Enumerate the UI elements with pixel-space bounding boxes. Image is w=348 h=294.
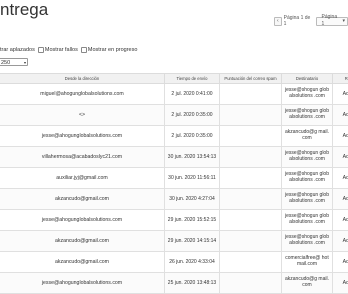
cell-from: akzancudo@gmail.com xyxy=(0,252,165,273)
cell-recipient: jesse@shogun globalsolutions .com xyxy=(282,231,333,252)
page-select-value: Página 1 xyxy=(322,14,340,28)
cell-time: 2 jul. 2020 0:35:00 xyxy=(165,105,220,126)
chevron-left-icon: ‹ xyxy=(277,18,279,24)
cell-recipient: jesse@shogun globalsolutions .com xyxy=(282,84,333,105)
cell-time: 29 jun. 2020 14:15:14 xyxy=(165,231,220,252)
table-row[interactable]: akzancudo@gmail.com 29 jun. 2020 14:15:1… xyxy=(0,231,348,252)
filter-inprogress-checkbox[interactable] xyxy=(81,47,87,53)
cell-recipient: jesse@shogun globalsolutions .com xyxy=(282,189,333,210)
col-header-time[interactable]: Tiempo de envío xyxy=(165,74,220,84)
filter-deferred-label: trar aplazados xyxy=(0,47,35,53)
cell-spam xyxy=(220,273,282,294)
cell-recipient: jesse@shogun globalsolutions .com xyxy=(282,210,333,231)
cell-recipient: jesse@shogun globalsolutions .com xyxy=(282,147,333,168)
page-size-value: 250 xyxy=(1,60,10,66)
cell-from: villahermosa@acabadoslyc21.com xyxy=(0,147,165,168)
cell-result: Acep xyxy=(333,84,348,105)
cell-spam xyxy=(220,84,282,105)
cell-time: 30 jun. 2020 4:27:04 xyxy=(165,189,220,210)
cell-recipient: akzancudo@g mail.com xyxy=(282,273,333,294)
col-header-spam[interactable]: Puntuación del correo spam xyxy=(220,74,282,84)
cell-from: akzancudo@gmail.com xyxy=(0,189,165,210)
cell-from: <> xyxy=(0,105,165,126)
cell-spam xyxy=(220,189,282,210)
table-row[interactable]: miguel@ahogunglobalsolutions.com 2 jul. … xyxy=(0,84,348,105)
cell-spam xyxy=(220,210,282,231)
page-title: ntrega xyxy=(0,0,48,20)
cell-from: jesse@ahogunglobalsolutions.com xyxy=(0,273,165,294)
col-header-result[interactable]: Res xyxy=(333,74,348,84)
cell-spam xyxy=(220,105,282,126)
cell-time: 26 jun. 2020 4:33:04 xyxy=(165,252,220,273)
cell-recipient: akzancudo@g mail.com xyxy=(282,126,333,147)
cell-spam xyxy=(220,252,282,273)
cell-result: Acep xyxy=(333,210,348,231)
cell-result: Acep xyxy=(333,189,348,210)
table-header-row: Desde la dirección Tiempo de envío Puntu… xyxy=(0,74,348,84)
filter-failed-checkbox[interactable] xyxy=(38,47,44,53)
cell-result: Acep xyxy=(333,105,348,126)
table-row[interactable]: <> 2 jul. 2020 0:35:00 jesse@shogun glob… xyxy=(0,105,348,126)
cell-from: jesse@ahogunglobalsolutions.com xyxy=(0,126,165,147)
page-size-select[interactable]: 250 ▾ xyxy=(0,58,28,66)
table-row[interactable]: jesse@ahogunglobalsolutions.com 29 jun. … xyxy=(0,210,348,231)
table-row[interactable]: akzancudo@gmail.com 26 jun. 2020 4:33:04… xyxy=(0,252,348,273)
pagination: ‹ Página 1 de 1 Página 1 ▾ xyxy=(274,15,348,27)
cell-time: 25 jun. 2020 13:48:13 xyxy=(165,273,220,294)
table-row[interactable]: jesse@ahogunglobalsolutions.com 25 jun. … xyxy=(0,273,348,294)
page-select[interactable]: Página 1 ▾ xyxy=(316,17,348,26)
col-header-from[interactable]: Desde la dirección xyxy=(0,74,165,84)
filter-inprogress-label: Mostrar en progreso xyxy=(88,47,138,53)
cell-from: miguel@ahogunglobalsolutions.com xyxy=(0,84,165,105)
cell-result: Acep xyxy=(333,168,348,189)
col-header-recipient[interactable]: Destinatario xyxy=(282,74,333,84)
page-label: Página 1 de 1 xyxy=(284,15,313,27)
cell-time: 2 jul. 2020 0:35:00 xyxy=(165,126,220,147)
cell-result: Acep xyxy=(333,252,348,273)
filter-options: trar aplazados Mostrar fallos Mostrar en… xyxy=(0,47,137,53)
cell-result: Acep xyxy=(333,126,348,147)
cell-from: auxiliar.jyj@gmail.com xyxy=(0,168,165,189)
chevron-down-icon: ▾ xyxy=(342,18,345,25)
filter-failed-label: Mostrar fallos xyxy=(45,47,78,53)
cell-result: Acep xyxy=(333,147,348,168)
chevron-down-icon: ▾ xyxy=(24,59,26,67)
delivery-table: Desde la dirección Tiempo de envío Puntu… xyxy=(0,73,348,294)
cell-recipient: jesse@shogun globalsolutions .com xyxy=(282,105,333,126)
cell-spam xyxy=(220,231,282,252)
cell-from: jesse@ahogunglobalsolutions.com xyxy=(0,210,165,231)
cell-result: Acep xyxy=(333,273,348,294)
table-row[interactable]: jesse@ahogunglobalsolutions.com 2 jul. 2… xyxy=(0,126,348,147)
table-row[interactable]: auxiliar.jyj@gmail.com 30 jun. 2020 11:5… xyxy=(0,168,348,189)
cell-spam xyxy=(220,147,282,168)
cell-from: akzancudo@gmail.com xyxy=(0,231,165,252)
cell-spam xyxy=(220,168,282,189)
cell-time: 30 jun. 2020 13:54:13 xyxy=(165,147,220,168)
cell-recipient: jesse@shogun globalsolutions .com xyxy=(282,168,333,189)
cell-time: 2 jul. 2020 0:41:00 xyxy=(165,84,220,105)
cell-time: 30 jun. 2020 11:56:11 xyxy=(165,168,220,189)
table-row[interactable]: villahermosa@acabadoslyc21.com 30 jun. 2… xyxy=(0,147,348,168)
table-row[interactable]: akzancudo@gmail.com 30 jun. 2020 4:27:04… xyxy=(0,189,348,210)
cell-recipient: comercialfree@ hotmail.com xyxy=(282,252,333,273)
cell-spam xyxy=(220,126,282,147)
prev-page-button[interactable]: ‹ xyxy=(274,17,282,26)
cell-result: Acep xyxy=(333,231,348,252)
cell-time: 29 jun. 2020 15:52:15 xyxy=(165,210,220,231)
